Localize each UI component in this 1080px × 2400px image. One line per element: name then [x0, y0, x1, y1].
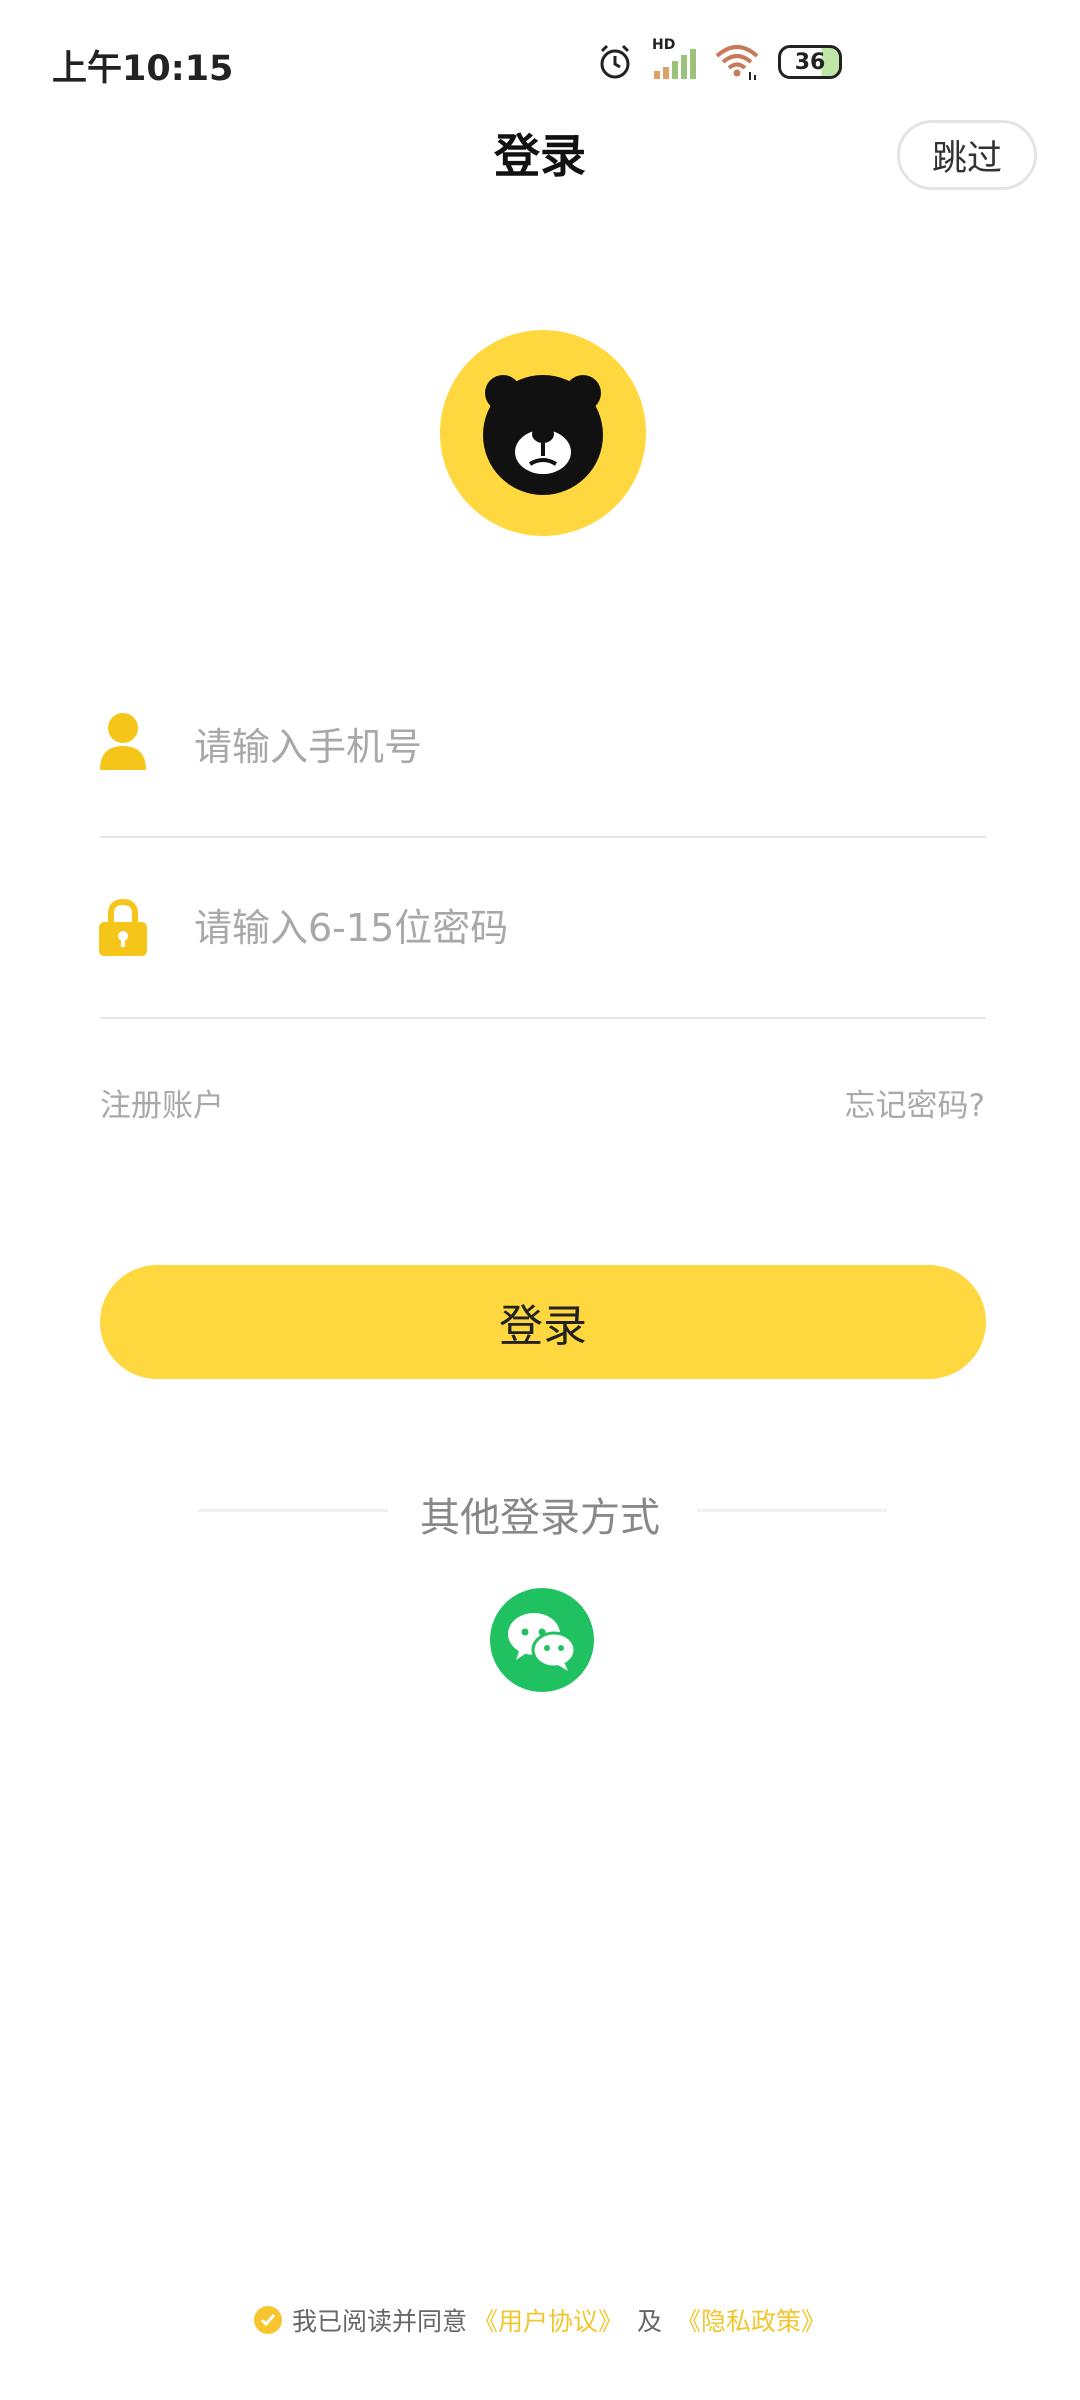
wifi-icon	[715, 45, 759, 80]
battery-icon: 36	[778, 45, 842, 79]
alarm-icon	[600, 44, 630, 79]
forgot-password-link[interactable]: 忘记密码?	[845, 1080, 985, 1125]
register-link[interactable]: 注册账户	[100, 1080, 224, 1125]
signal-icon: HD	[652, 37, 696, 81]
password-divider	[100, 1017, 986, 1019]
lock-icon	[99, 898, 147, 956]
bear-logo	[440, 330, 646, 536]
status-icons: HD 36	[596, 37, 842, 84]
user-icon	[100, 713, 146, 770]
privacy-policy-link[interactable]: 《隐私政策》	[676, 2302, 826, 2338]
checkbox-checked-icon[interactable]	[253, 2306, 282, 2334]
skip-button[interactable]: 跳过	[897, 120, 1037, 190]
agreement-prefix: 我已阅读并同意	[291, 2307, 467, 2336]
status-time: 上午10:15	[52, 49, 234, 89]
battery-level: 36	[794, 49, 826, 75]
login-button[interactable]: 登录	[100, 1265, 986, 1379]
wechat-icon	[508, 1613, 577, 1671]
phone-input[interactable]	[194, 712, 984, 782]
password-input[interactable]	[194, 893, 984, 963]
user-agreement-link[interactable]: 《用户协议》	[473, 2302, 623, 2338]
agreement-row: 我已阅读并同意 《用户协议》 及 《隐私政策》	[0, 2302, 1080, 2338]
wechat-login-button[interactable]	[490, 1588, 594, 1692]
other-login-title: 其他登录方式	[420, 1495, 660, 1541]
agreement-and: 及	[637, 2307, 663, 2336]
phone-divider	[100, 836, 986, 838]
